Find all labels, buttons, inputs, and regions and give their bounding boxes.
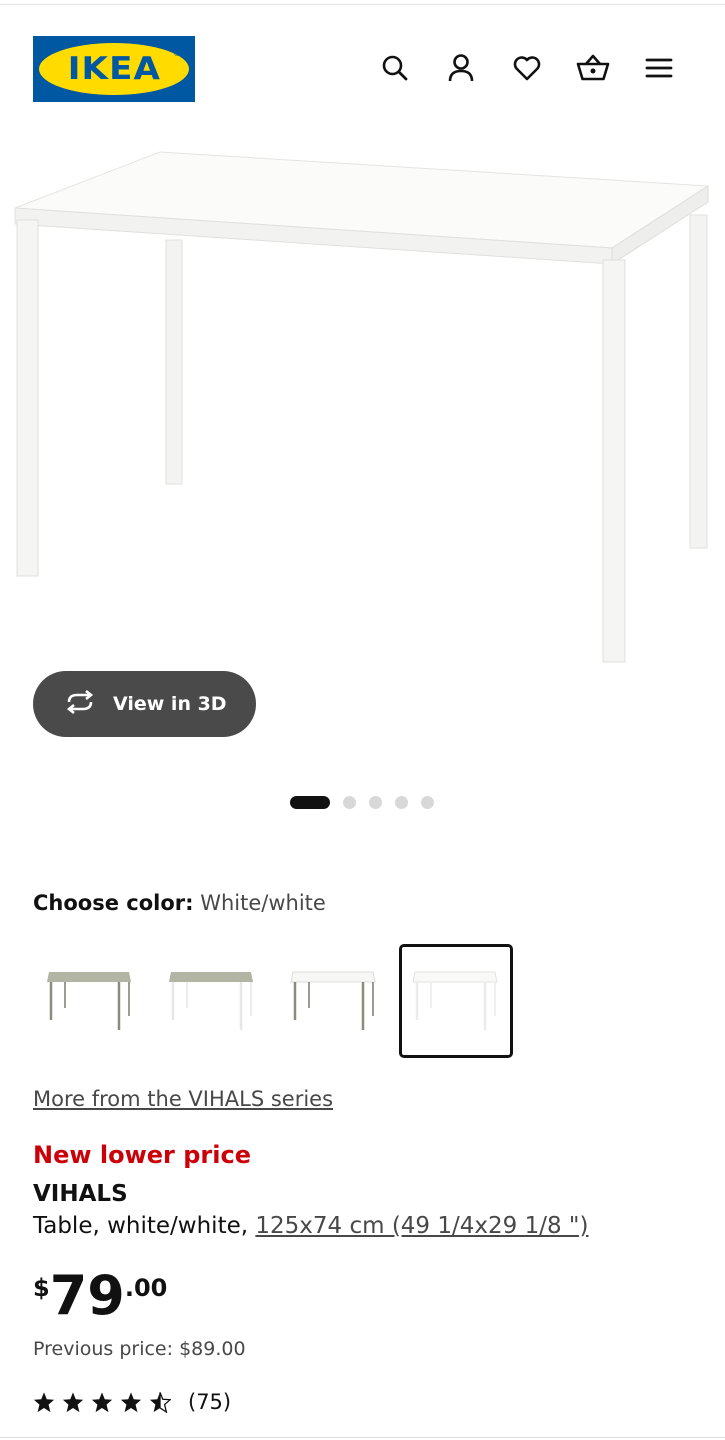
view-in-3d-label: View in 3D [113,693,227,715]
cart-icon[interactable] [575,50,611,86]
profile-icon[interactable] [443,50,479,86]
carousel-dot-5[interactable] [421,796,434,809]
logo-registered-mark: ® [173,49,181,58]
product-desc-prefix: Table, white/white, [33,1213,256,1239]
bottom-divider [0,1437,725,1438]
rating-row[interactable]: (75) [33,1390,231,1414]
star-icon [91,1392,113,1413]
new-lower-price-badge: New lower price [33,1141,251,1169]
view-in-3d-button[interactable]: View in 3D [33,671,256,737]
search-icon[interactable] [377,50,413,86]
color-chooser-heading: Choose color: White/white [33,891,326,915]
rotate-3d-icon [63,689,97,718]
rating-count: (75) [188,1390,232,1414]
product-name: VIHALS [33,1181,128,1207]
heart-icon[interactable] [509,50,545,86]
color-value: White/white [200,891,326,915]
price-decimal: .00 [124,1274,168,1302]
price-currency: $ [33,1274,50,1302]
carousel-dot-4[interactable] [395,796,408,809]
status-divider [0,0,725,5]
carousel-dot-2[interactable] [343,796,356,809]
product-price: $ 79 .00 [33,1268,167,1324]
menu-icon[interactable] [641,50,677,86]
product-description: Table, white/white, 125x74 cm (49 1/4x29… [33,1213,588,1239]
color-swatch-gray-green-gray[interactable] [33,944,147,1058]
carousel-dot-3[interactable] [369,796,382,809]
ikea-logo[interactable]: IKEA ® [33,36,195,102]
series-link[interactable]: More from the VIHALS series [33,1087,333,1111]
color-swatch-white-white[interactable] [399,944,513,1058]
logo-text: IKEA [67,51,161,87]
product-dimensions-link[interactable]: 125x74 cm (49 1/4x29 1/8 ") [255,1213,588,1239]
price-integer: 79 [49,1264,125,1327]
carousel-indicator [290,796,447,809]
color-label: Choose color: [33,891,194,915]
logo-oval: IKEA [39,43,189,95]
star-icon [62,1392,84,1413]
product-image[interactable] [0,120,725,680]
previous-price: Previous price: $89.00 [33,1338,246,1360]
carousel-dot-1[interactable] [290,796,330,809]
color-swatch-gray-green-white[interactable] [155,944,269,1058]
star-icon [120,1392,142,1413]
half-star-icon [149,1392,171,1413]
star-icon [33,1392,55,1413]
color-swatch-white-gray[interactable] [277,944,391,1058]
